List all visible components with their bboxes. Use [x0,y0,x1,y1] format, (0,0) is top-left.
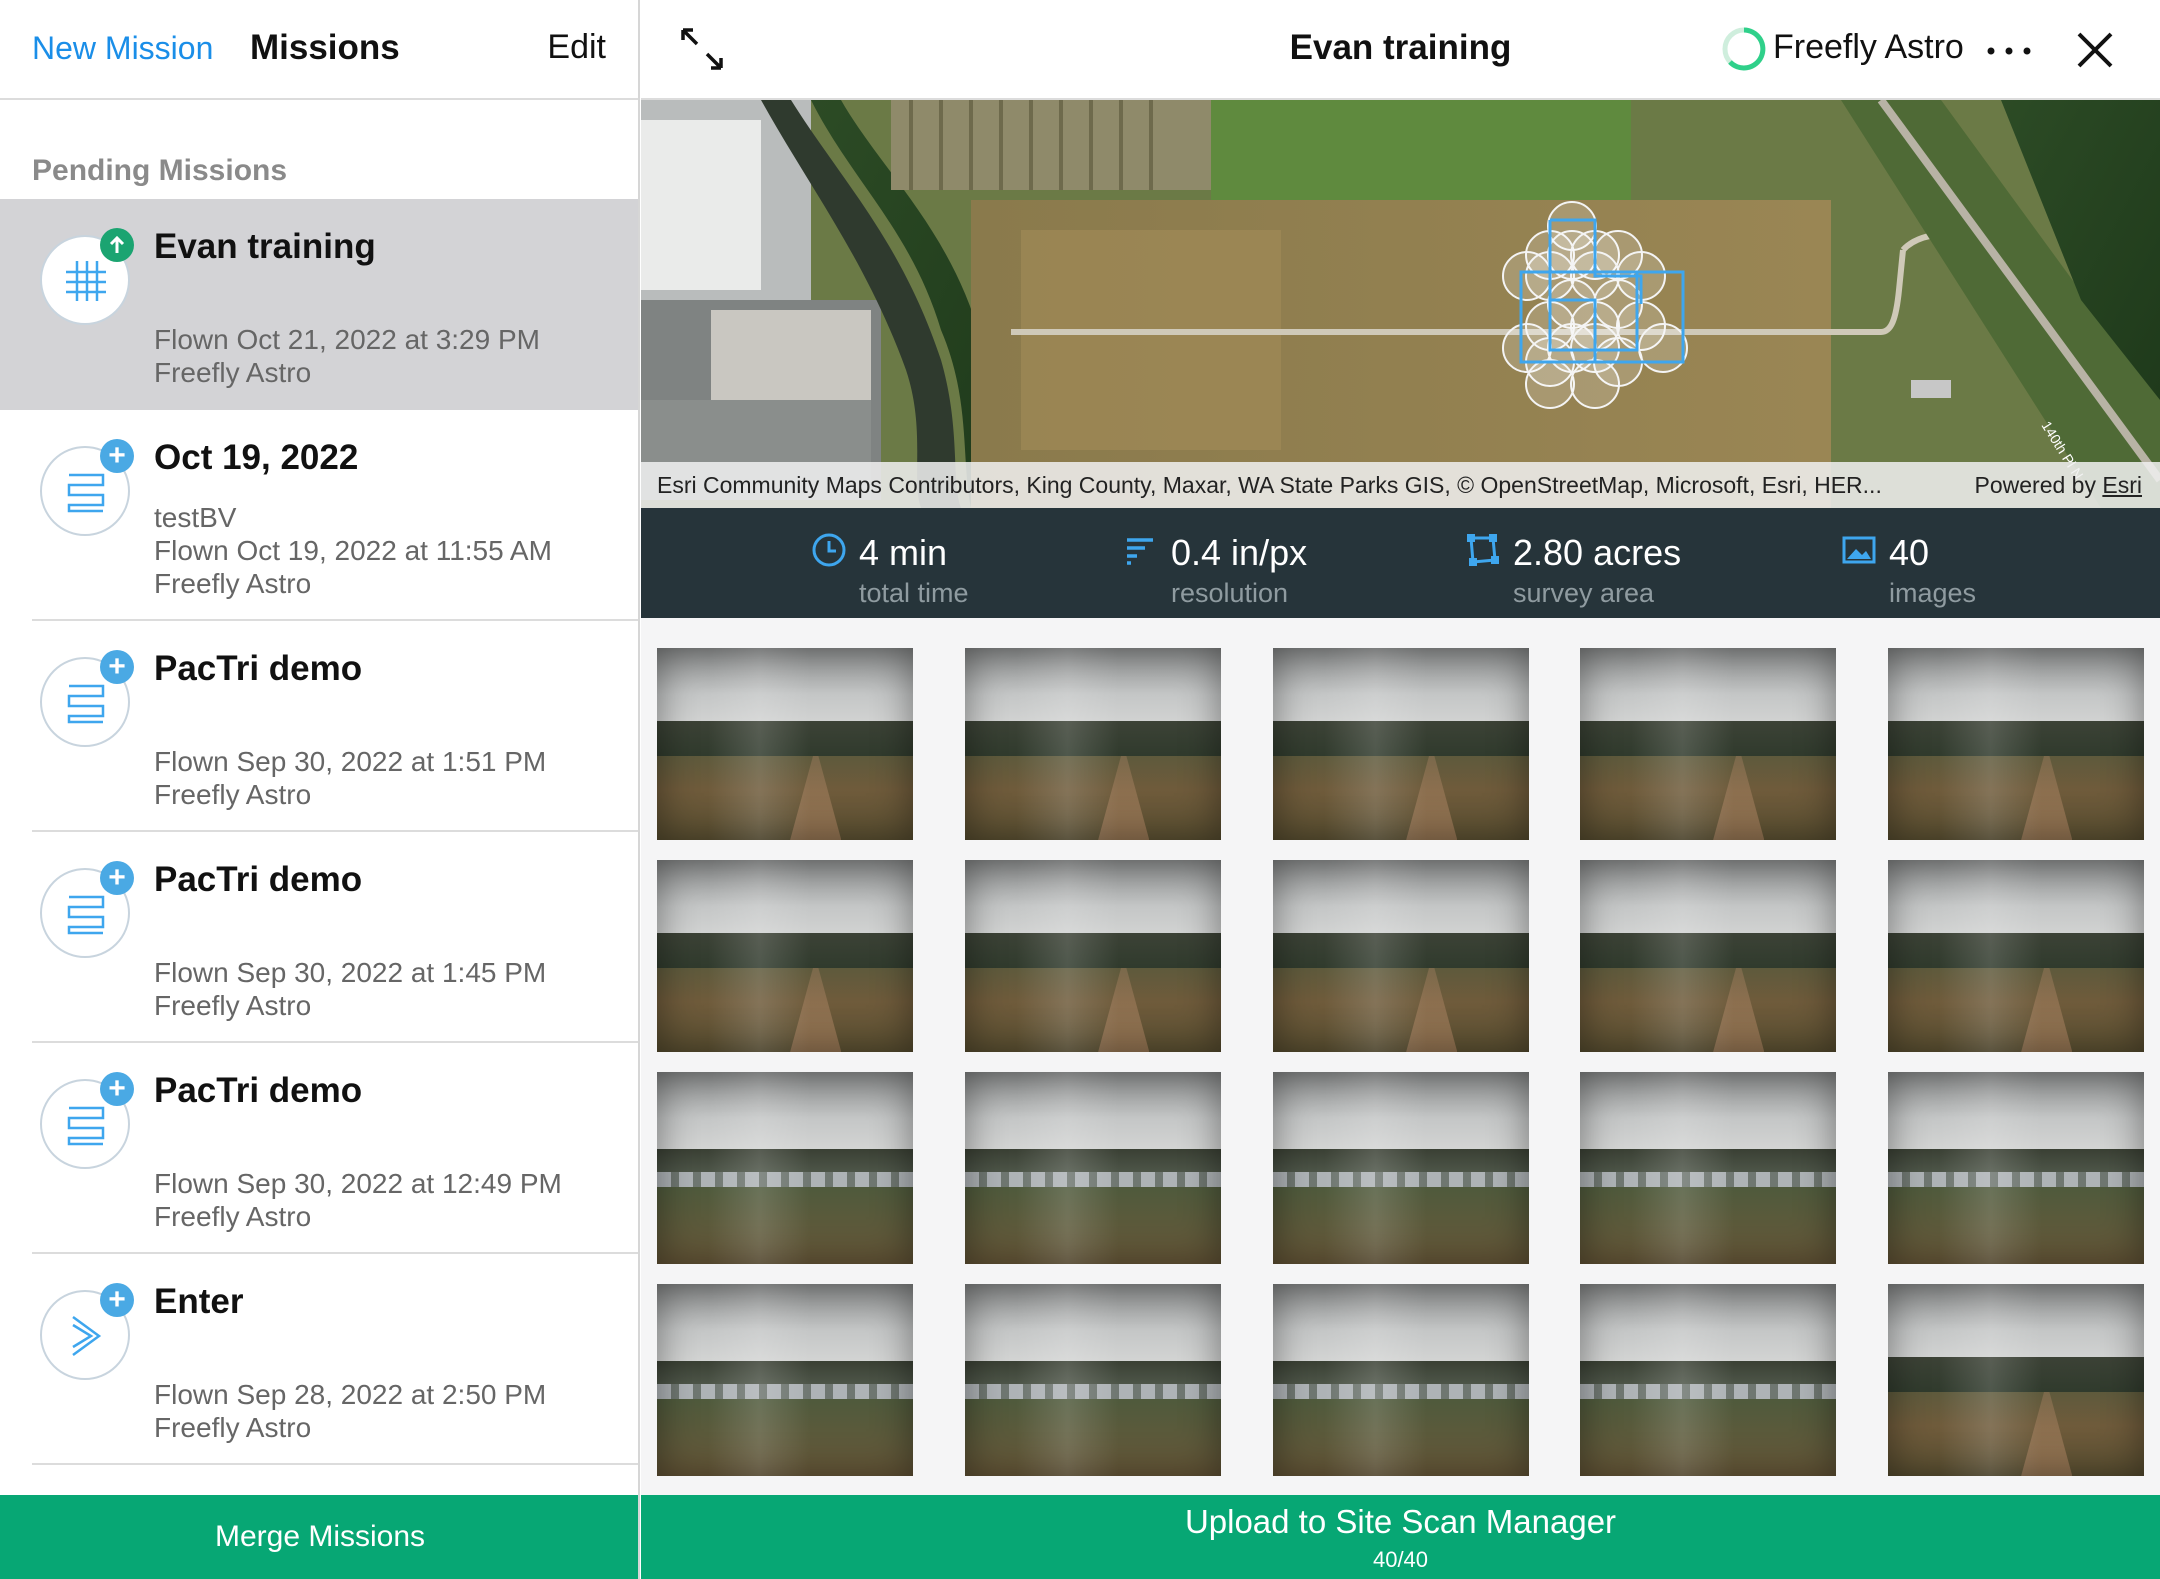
area-icon [1467,534,1499,566]
mission-item[interactable]: + PacTri demo Flown Sep 30, 2022 at 1:51… [0,621,638,832]
image-thumbnail[interactable] [1580,648,1836,840]
mission-item[interactable]: Evan training Flown Oct 21, 2022 at 3:29… [0,199,638,410]
mission-flown-date: Flown Sep 30, 2022 at 1:45 PM [154,957,547,988]
edit-button[interactable]: Edit [547,28,606,67]
detail-header: Evan training Freefly Astro [641,0,2160,100]
image-thumbnail[interactable] [1888,1072,2144,1264]
mission-item[interactable]: + Oct 19, 2022 testBV Flown Oct 19, 2022… [0,410,638,621]
mission-flown-date: Flown Sep 30, 2022 at 12:49 PM [154,1168,562,1199]
stat-label: resolution [1171,578,1289,608]
add-badge-icon: + [100,1072,134,1106]
image-thumbnail[interactable] [1273,648,1529,840]
stat-value: 0.4 in/px [1171,532,1308,573]
upload-label: Upload to Site Scan Manager [1184,1503,1617,1540]
map-imagery: 140th Pl N [641,100,2160,508]
mission-flown-date: Flown Sep 28, 2022 at 2:50 PM [154,1379,547,1410]
image-thumbnail[interactable] [657,1072,913,1264]
merge-missions-button[interactable]: Merge Missions [0,1495,638,1579]
mission-flown-date: Flown Oct 19, 2022 at 11:55 AM [154,535,552,566]
image-icon [1842,536,1876,564]
mission-stats-bar: 4 min total time 0.4 in/px resolution 2.… [641,508,2160,618]
mission-title: Enter [154,1282,244,1321]
stat-value: 4 min [859,532,948,573]
stat-label: total time [859,578,969,608]
mission-item[interactable]: + PacTri demo Flown Sep 30, 2022 at 1:45… [0,832,638,1043]
new-mission-button[interactable]: New Mission [32,30,213,67]
add-badge-icon: + [100,1283,134,1317]
clock-icon [812,533,846,567]
mission-device: Freefly Astro [154,1412,312,1443]
powered-by: Powered by Esri [1974,472,2142,498]
mission-device: Freefly Astro [154,357,312,388]
mission-flown-date: Flown Oct 21, 2022 at 3:29 PM [154,324,540,355]
mission-device: Freefly Astro [154,568,312,599]
mission-list: Evan training Flown Oct 21, 2022 at 3:29… [0,199,638,1465]
attribution-text: Esri Community Maps Contributors, King C… [657,472,1882,498]
image-thumbnail[interactable] [965,648,1221,840]
image-thumbnail[interactable] [1888,648,2144,840]
image-thumbnail[interactable] [965,1072,1221,1264]
more-options-icon[interactable] [1985,46,2033,56]
pending-missions-label: Pending Missions [32,154,288,187]
add-badge-icon: + [100,650,134,684]
missions-title: Missions [250,28,400,67]
mission-title: Oct 19, 2022 [154,438,359,477]
satellite-map[interactable]: 140th Pl N [641,100,2160,508]
image-thumbnail[interactable] [1273,1072,1529,1264]
add-badge-icon: + [100,861,134,895]
add-badge-icon: + [100,439,134,473]
map-attribution: Esri Community Maps Contributors, King C… [641,462,2160,508]
stat-label: images [1889,578,1977,608]
image-thumbnail[interactable] [1888,1284,2144,1476]
stat-value: 2.80 acres [1513,532,1682,573]
close-icon[interactable] [2075,30,2115,70]
mission-title: PacTri demo [154,649,363,688]
mission-title: PacTri demo [154,860,363,899]
image-thumbnail[interactable] [1580,860,1836,1052]
mission-device: Freefly Astro [154,990,312,1021]
mission-device: Freefly Astro [154,1201,312,1232]
image-thumbnail[interactable] [1273,860,1529,1052]
missions-header: New Mission Missions Edit [0,0,638,100]
image-thumbnail[interactable] [657,648,913,840]
image-thumbnail[interactable] [965,860,1221,1052]
mission-item[interactable]: + Enter Flown Sep 28, 2022 at 2:50 PM Fr… [0,1254,638,1465]
stat-value: 40 [1889,532,1930,573]
image-thumbnail[interactable] [1580,1284,1836,1476]
mission-subtitle: testBV [154,502,237,533]
mission-flown-date: Flown Sep 30, 2022 at 1:51 PM [154,746,547,777]
mission-title: PacTri demo [154,1071,363,1110]
resolution-icon [1127,538,1153,565]
upload-badge-icon [100,228,134,262]
missions-sidebar: New Mission Missions Edit Pending Missio… [0,0,640,1579]
device-status-ring-icon [1722,27,1766,71]
mission-device: Freefly Astro [154,779,312,810]
mission-item[interactable]: + PacTri demo Flown Sep 30, 2022 at 12:4… [0,1043,638,1254]
image-thumbnail[interactable] [1888,860,2144,1052]
mission-detail: Evan training Freefly Astro 140th Pl N E… [641,0,2160,1579]
image-thumbnail[interactable] [965,1284,1221,1476]
image-thumbnail[interactable] [1273,1284,1529,1476]
upload-count: 40/40 [1372,1547,1429,1572]
device-name[interactable]: Freefly Astro [1773,28,1964,67]
image-thumbnail[interactable] [657,1284,913,1476]
upload-button[interactable]: Upload to Site Scan Manager 40/40 [641,1495,2160,1579]
esri-link[interactable]: Esri [2102,472,2142,498]
stat-label: survey area [1513,578,1655,608]
mission-title: Evan training [154,227,376,266]
image-thumbnail[interactable] [657,860,913,1052]
image-thumbnail[interactable] [1580,1072,1836,1264]
